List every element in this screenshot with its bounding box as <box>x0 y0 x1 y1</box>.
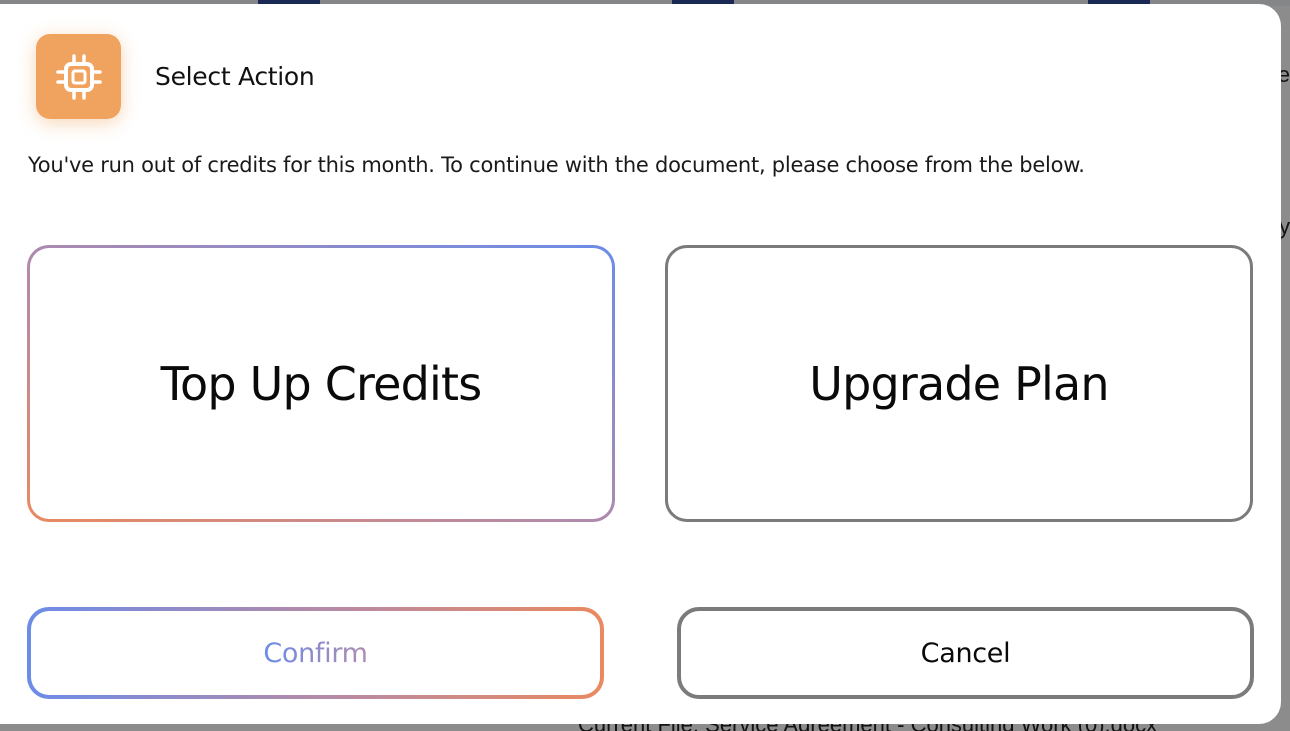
dialog-header: Select Action <box>36 34 315 119</box>
top-up-credits-label: Top Up Credits <box>160 356 483 411</box>
top-up-credits-option[interactable]: Top Up Credits <box>27 245 615 522</box>
select-action-dialog: Select Action You've run out of credits … <box>0 4 1281 724</box>
cpu-chip-icon-graphic <box>55 53 102 100</box>
confirm-button[interactable]: Confirm <box>27 607 604 699</box>
upgrade-plan-label: Upgrade Plan <box>809 356 1109 411</box>
cancel-button-label: Cancel <box>920 637 1011 669</box>
cancel-button[interactable]: Cancel <box>677 607 1254 699</box>
upgrade-plan-option[interactable]: Upgrade Plan <box>665 245 1253 522</box>
confirm-button-label: Confirm <box>263 637 368 669</box>
cpu-chip-icon <box>36 34 121 119</box>
dialog-title: Select Action <box>155 62 315 91</box>
dialog-message: You've run out of credits for this month… <box>28 153 1085 177</box>
